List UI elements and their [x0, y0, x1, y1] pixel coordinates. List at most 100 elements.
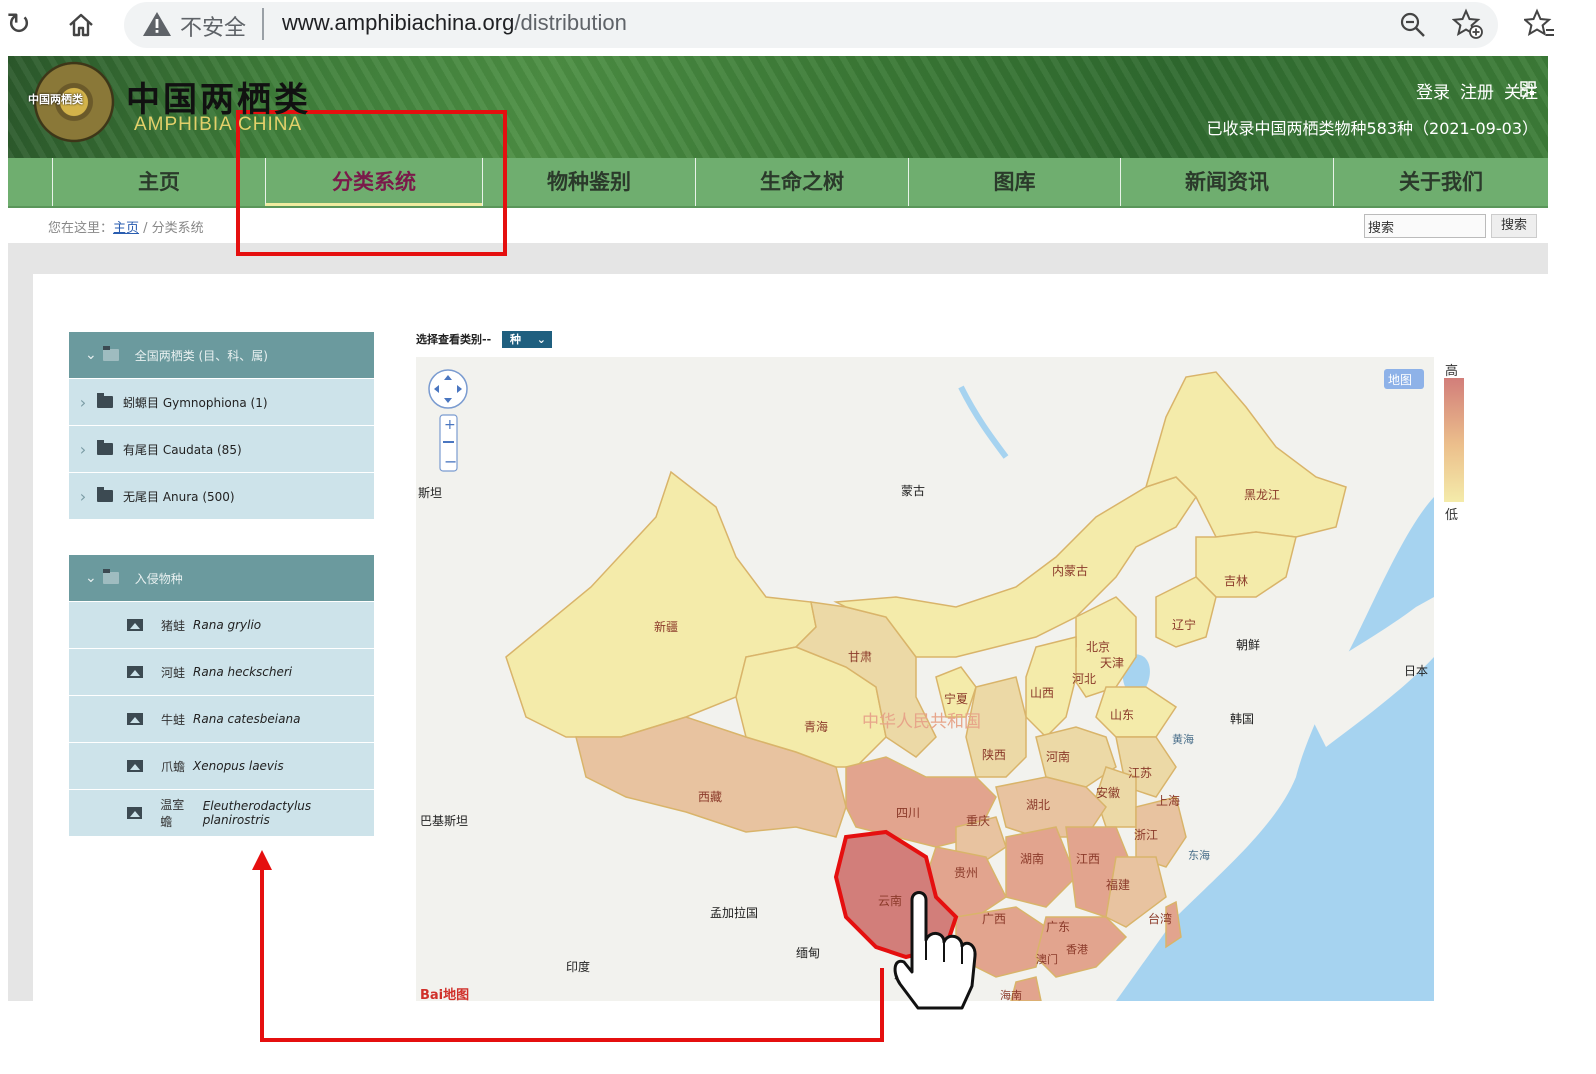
favorites-icon[interactable] [1522, 8, 1554, 40]
chevron-down-icon: ⌄ [85, 347, 97, 363]
map-label: 北京 [1086, 640, 1110, 654]
folder-icon [97, 393, 113, 408]
map-label: 新疆 [654, 619, 678, 634]
map-label: 山西 [1030, 686, 1054, 700]
map-label: 浙江 [1134, 828, 1158, 842]
species-cn-name: 温室蟾 [160, 798, 185, 829]
tree-item-gymnophiona[interactable]: › 蚓螈目 Gymnophiona (1) [69, 378, 374, 425]
taxonomy-tree-title: 全国两栖类 (目、科、属) [134, 348, 268, 363]
breadcrumb: 您在这里：主页 / 分类系统 [48, 217, 204, 236]
chevron-down-icon: ⌄ [536, 333, 546, 346]
map-label: 上海 [1156, 793, 1180, 808]
chevron-right-icon: › [79, 439, 87, 459]
folder-icon [97, 487, 113, 502]
tree-item-anura[interactable]: › 无尾目 Anura (500) [69, 472, 374, 519]
warning-icon[interactable] [142, 10, 172, 38]
image-icon [127, 619, 143, 631]
search-button[interactable]: 搜索 [1491, 214, 1537, 238]
url-domain: www.amphibiachina.org [282, 10, 515, 35]
register-link[interactable]: 注册 [1460, 78, 1494, 103]
logo-small-text: 中国两栖类 [28, 93, 83, 106]
invasive-item[interactable]: 猪蛙 Rana grylio [69, 601, 374, 648]
map-label: 印度 [566, 959, 590, 974]
legend-low-label: 低 [1445, 508, 1459, 523]
distribution-map[interactable]: 蒙古 斯坦 巴基斯坦 印度 缅甸 孟加拉国 老挝 朝鲜 韩国 日本 黄海 东海 … [416, 357, 1434, 1001]
zoom-out-icon[interactable]: − [444, 452, 457, 471]
category-select-label: 选择查看类别-- [416, 333, 492, 346]
species-latin-name: Xenopus laevis [193, 759, 284, 773]
invasive-item[interactable]: 爪蟾 Xenopus laevis [69, 742, 374, 789]
map-label: 湖北 [1026, 797, 1050, 812]
map-label: 日本 [1404, 664, 1428, 678]
map-label: 内蒙古 [1052, 563, 1088, 578]
image-icon [127, 807, 143, 819]
species-count-text: 已收录中国两栖类物种583种（2021-09-03） [1206, 119, 1538, 138]
zoom-in-icon[interactable]: + [444, 417, 456, 433]
invasive-item[interactable]: 牛蛙 Rana catesbeiana [69, 695, 374, 742]
map-label: 山东 [1110, 708, 1134, 722]
map-label: 朝鲜 [1236, 638, 1260, 652]
invasive-item[interactable]: 温室蟾 Eleutherodactylus planirostris [69, 789, 374, 836]
species-latin-name: Rana grylio [193, 618, 262, 632]
nav-species-id[interactable]: 物种鉴别 [482, 158, 695, 206]
taxonomy-tree: ⌄ 全国两栖类 (目、科、属) › 蚓螈目 Gymnophiona (1) › … [69, 332, 374, 519]
security-label[interactable]: 不安全 [180, 10, 246, 42]
browser-toolbar: ↻ 不安全 www.amphibiachina.org/distribution [0, 0, 1596, 56]
map-label: 台湾 [1148, 911, 1172, 926]
map-label: 河北 [1072, 672, 1096, 686]
species-cn-name: 爪蟾 [161, 759, 186, 774]
map-label: 云南 [878, 893, 902, 908]
map-label: 缅甸 [796, 946, 820, 960]
favorite-add-icon[interactable] [1451, 8, 1484, 40]
invasive-tree-title: 入侵物种 [134, 571, 183, 586]
zoom-out-icon[interactable] [1398, 10, 1428, 40]
login-link[interactable]: 登录 [1416, 78, 1450, 103]
search-input[interactable] [1364, 214, 1486, 238]
invasive-tree-header[interactable]: ⌄ 入侵物种 [69, 555, 374, 601]
taxonomy-tree-header[interactable]: ⌄ 全国两栖类 (目、科、属) [69, 332, 374, 378]
invasive-species-tree: ⌄ 入侵物种 猪蛙 Rana grylio 河蛙 Rana heckscheri… [69, 555, 374, 836]
map-canvas: 蒙古 斯坦 巴基斯坦 印度 缅甸 孟加拉国 老挝 朝鲜 韩国 日本 黄海 东海 … [416, 357, 1434, 1001]
map-label: 天津 [1100, 656, 1124, 670]
species-latin-name: Rana catesbeiana [193, 712, 301, 726]
home-icon[interactable] [66, 10, 96, 40]
nav-gallery[interactable]: 图库 [908, 158, 1120, 206]
map-label: 蒙古 [901, 483, 925, 498]
qr-code-icon[interactable] [1520, 81, 1536, 97]
chevron-right-icon: › [79, 486, 87, 506]
zoom-control[interactable]: + − [439, 414, 458, 472]
map-label: 韩国 [1230, 711, 1254, 726]
legend-high-label: 高 [1445, 364, 1459, 379]
map-label: 广西 [982, 912, 1006, 926]
country-label: 中华人民共和国 [862, 712, 981, 732]
category-select-value: 种 [510, 333, 521, 346]
baidu-logo: Bai地图 [420, 987, 469, 1001]
image-icon [127, 760, 143, 772]
url-text[interactable]: www.amphibiachina.org/distribution [282, 10, 627, 36]
map-label: 东海 [1188, 848, 1210, 862]
species-latin-name: Rana heckscheri [193, 665, 293, 679]
map-label: 香港 [1066, 943, 1088, 956]
logo-english-title[interactable]: AMPHIBIA CHINA [134, 114, 302, 136]
map-label: 重庆 [966, 814, 990, 828]
breadcrumb-current: / 分类系统 [139, 221, 204, 236]
map-label: 辽宁 [1172, 617, 1196, 632]
map-type-button-label: 地图 [1388, 373, 1412, 387]
breadcrumb-home-link[interactable]: 主页 [113, 221, 139, 236]
map-label: 斯坦 [418, 486, 442, 500]
chevron-right-icon: › [79, 392, 87, 412]
invasive-item[interactable]: 河蛙 Rana heckscheri [69, 648, 374, 695]
url-path: /distribution [514, 10, 627, 35]
map-pan-control[interactable] [428, 369, 468, 409]
nav-news[interactable]: 新闻资讯 [1120, 158, 1333, 206]
legend-color-bar [1444, 378, 1464, 502]
category-select[interactable]: 种 ⌄ [502, 331, 552, 348]
tree-item-caudata[interactable]: › 有尾目 Caudata (85) [69, 425, 374, 472]
nav-tree-of-life[interactable]: 生命之树 [695, 158, 908, 206]
nav-home[interactable]: 主页 [52, 158, 265, 206]
nav-about[interactable]: 关于我们 [1333, 158, 1548, 206]
map-label: 福建 [1106, 877, 1130, 892]
folder-open-icon [102, 569, 119, 584]
map-label: 吉林 [1224, 574, 1248, 588]
reload-icon[interactable]: ↻ [6, 10, 31, 40]
